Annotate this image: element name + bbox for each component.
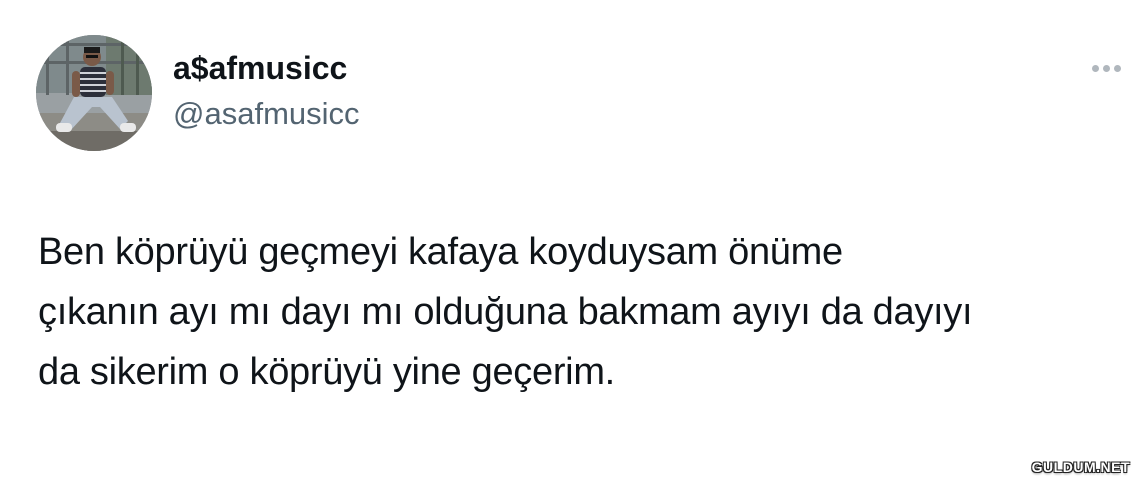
tweet-text: Ben köprüyü geçmeyi kafaya koyduysam önü… xyxy=(38,222,1130,402)
watermark: GULDUM.NET xyxy=(1031,459,1130,475)
author-display-name[interactable]: a$afmusicc xyxy=(173,50,347,87)
more-horizontal-icon xyxy=(1113,64,1121,72)
tweet-text-line: çıkanın ayı mı dayı mı olduğuna bakmam a… xyxy=(38,291,973,333)
tweet-card: a$afmusicc @asafmusicc Ben köprüyü geçme… xyxy=(0,0,1134,481)
more-horizontal-icon xyxy=(1102,64,1110,72)
more-options-button[interactable] xyxy=(1082,57,1130,79)
more-horizontal-icon xyxy=(1091,64,1099,72)
tweet-text-line: Ben köprüyü geçmeyi kafaya koyduysam önü… xyxy=(38,231,843,273)
tweet-text-line: da sikerim o köprüyü yine geçerim. xyxy=(38,351,615,393)
author-handle[interactable]: @asafmusicc xyxy=(173,96,360,132)
profile-photo-icon xyxy=(36,35,152,151)
avatar[interactable] xyxy=(36,35,152,151)
